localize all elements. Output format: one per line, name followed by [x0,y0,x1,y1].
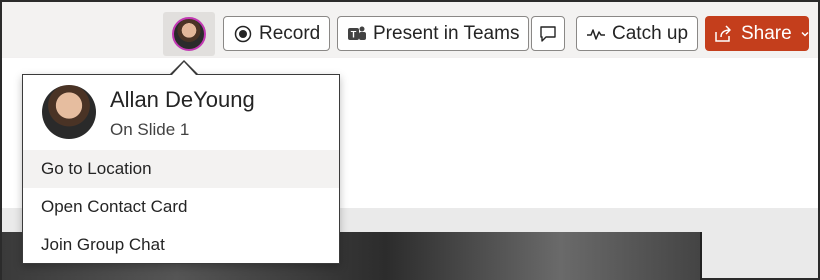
share-button[interactable]: Share [705,16,809,51]
user-avatar [42,85,96,139]
share-label: Share [741,22,792,44]
comments-button[interactable] [531,16,565,51]
comment-icon [538,24,558,44]
catch-up-button[interactable]: Catch up [576,16,699,51]
chevron-down-icon[interactable] [800,29,810,39]
popup-pointer-fill [172,62,196,75]
menu-item-join-group-chat[interactable]: Join Group Chat [23,226,339,264]
svg-text:T: T [351,29,357,39]
user-name: Allan DeYoung [110,87,255,112]
catch-up-label: Catch up [612,22,689,44]
user-location-status: On Slide 1 [110,120,190,139]
presence-card-popup: Allan DeYoung On Slide 1 Go to Location … [22,74,340,264]
avatar [172,17,206,51]
record-label: Record [259,22,321,44]
present-label: Present in Teams [373,22,520,44]
present-in-teams-button[interactable]: T Present in Teams [337,16,530,51]
share-icon [713,24,733,44]
record-button[interactable]: Record [223,16,331,51]
menu-item-go-to-location[interactable]: Go to Location [23,150,339,188]
presence-menu: Go to Location Open Contact Card Join Gr… [23,150,339,264]
activity-icon [586,24,606,44]
record-icon [233,24,253,44]
teams-icon: T [347,24,367,44]
collaborator-avatar-button[interactable] [163,12,215,56]
menu-item-open-contact-card[interactable]: Open Contact Card [23,188,339,226]
